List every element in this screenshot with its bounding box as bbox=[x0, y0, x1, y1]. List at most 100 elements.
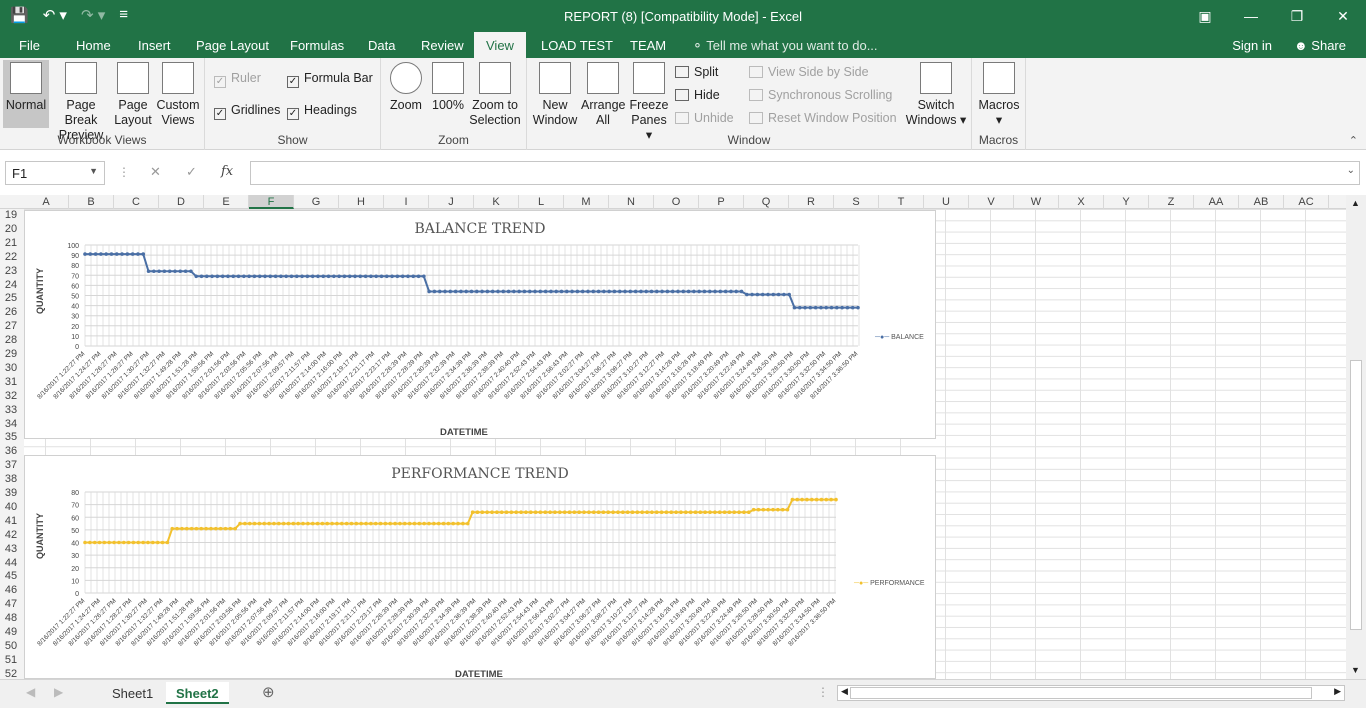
row-header[interactable]: 37 bbox=[0, 459, 22, 471]
column-header[interactable]: A bbox=[24, 195, 69, 209]
row-header[interactable]: 43 bbox=[0, 543, 22, 555]
add-sheet-icon[interactable]: ⊕ bbox=[262, 683, 275, 701]
column-header[interactable]: K bbox=[474, 195, 519, 209]
close-icon[interactable]: ✕ bbox=[1320, 0, 1366, 32]
column-header[interactable]: W bbox=[1014, 195, 1059, 209]
row-header[interactable]: 21 bbox=[0, 237, 22, 249]
new-window-button[interactable]: New Window bbox=[532, 60, 578, 128]
column-header[interactable]: N bbox=[609, 195, 654, 209]
next-sheet-icon[interactable]: ▶ bbox=[54, 685, 63, 699]
gridlines-checkbox[interactable]: ✓ Gridlines bbox=[214, 103, 280, 120]
row-header[interactable]: 30 bbox=[0, 362, 22, 374]
column-header[interactable]: E bbox=[204, 195, 249, 209]
column-header[interactable]: T bbox=[879, 195, 924, 209]
tab-formulas[interactable]: Formulas bbox=[290, 38, 344, 53]
row-header[interactable]: 35 bbox=[0, 431, 22, 443]
column-header[interactable]: R bbox=[789, 195, 834, 209]
column-header[interactable]: C bbox=[114, 195, 159, 209]
scroll-thumb[interactable] bbox=[1350, 360, 1362, 630]
row-header[interactable]: 24 bbox=[0, 279, 22, 291]
tab-data[interactable]: Data bbox=[368, 38, 395, 53]
headings-checkbox[interactable]: ✓ Headings bbox=[287, 103, 357, 120]
row-header[interactable]: 51 bbox=[0, 654, 22, 666]
zoom-100-button[interactable]: 100% bbox=[430, 60, 466, 113]
row-header[interactable]: 41 bbox=[0, 515, 22, 527]
enter-icon[interactable]: ✓ bbox=[186, 164, 197, 180]
column-header[interactable]: Y bbox=[1104, 195, 1149, 209]
vertical-scrollbar[interactable]: ▲ ▼ bbox=[1346, 195, 1366, 679]
column-header[interactable]: AB bbox=[1239, 195, 1284, 209]
share-button[interactable]: ☻ Share bbox=[1294, 38, 1346, 53]
row-header[interactable]: 39 bbox=[0, 487, 22, 499]
column-header[interactable]: L bbox=[519, 195, 564, 209]
sheet-tab-sheet2[interactable]: Sheet2 bbox=[166, 682, 229, 704]
tab-insert[interactable]: Insert bbox=[138, 38, 171, 53]
name-box[interactable]: F1 ▼ bbox=[5, 161, 105, 185]
h-scroll-thumb[interactable] bbox=[850, 687, 1312, 699]
row-header[interactable]: 27 bbox=[0, 320, 22, 332]
column-header[interactable]: AC bbox=[1284, 195, 1329, 209]
custom-views-button[interactable]: Custom Views bbox=[154, 60, 202, 128]
page-break-preview-button[interactable]: Page Break Preview bbox=[50, 60, 112, 143]
formula-input[interactable]: ⌄ bbox=[250, 161, 1360, 185]
row-header[interactable]: 44 bbox=[0, 557, 22, 569]
tab-load-test[interactable]: LOAD TEST bbox=[541, 38, 613, 53]
row-header[interactable]: 47 bbox=[0, 598, 22, 610]
view-side-by-side-button[interactable]: View Side by Side bbox=[749, 65, 869, 79]
freeze-panes-button[interactable]: Freeze Panes ▾ bbox=[627, 60, 671, 143]
tab-review[interactable]: Review bbox=[421, 38, 464, 53]
scroll-up-icon[interactable]: ▲ bbox=[1351, 198, 1360, 208]
column-header[interactable]: AA bbox=[1194, 195, 1239, 209]
row-header[interactable]: 25 bbox=[0, 292, 22, 304]
row-header[interactable]: 33 bbox=[0, 404, 22, 416]
prev-sheet-icon[interactable]: ◀ bbox=[26, 685, 35, 699]
tab-page-layout[interactable]: Page Layout bbox=[196, 38, 269, 53]
column-header[interactable]: J bbox=[429, 195, 474, 209]
row-header[interactable]: 42 bbox=[0, 529, 22, 541]
row-header[interactable]: 49 bbox=[0, 626, 22, 638]
row-header[interactable]: 32 bbox=[0, 390, 22, 402]
macros-button[interactable]: Macros ▾ bbox=[977, 60, 1021, 128]
cancel-icon[interactable]: ✕ bbox=[150, 164, 161, 180]
tab-view[interactable]: View bbox=[474, 32, 526, 58]
row-header[interactable]: 52 bbox=[0, 668, 22, 680]
zoom-to-selection-button[interactable]: Zoom to Selection bbox=[469, 60, 521, 128]
row-header[interactable]: 28 bbox=[0, 334, 22, 346]
switch-windows-button[interactable]: Switch Windows ▾ bbox=[905, 60, 967, 128]
row-header[interactable]: 19 bbox=[0, 209, 22, 221]
horizontal-scrollbar[interactable]: ◀ ▶ bbox=[837, 685, 1345, 701]
row-header[interactable]: 36 bbox=[0, 445, 22, 457]
scroll-down-icon[interactable]: ▼ bbox=[1351, 665, 1360, 675]
column-header[interactable]: M bbox=[564, 195, 609, 209]
restore-icon[interactable]: ❐ bbox=[1274, 0, 1320, 32]
unhide-button[interactable]: Unhide bbox=[675, 111, 734, 125]
performance-trend-chart[interactable]: PERFORMANCE TREND QUANTITY DATETIME ─●─ … bbox=[24, 455, 936, 680]
ruler-checkbox[interactable]: ✓ Ruler bbox=[214, 71, 261, 88]
column-header[interactable]: Q bbox=[744, 195, 789, 209]
tab-team[interactable]: TEAM bbox=[630, 38, 666, 53]
row-header[interactable]: 20 bbox=[0, 223, 22, 235]
column-header[interactable]: D bbox=[159, 195, 204, 209]
insert-function-icon[interactable]: fx bbox=[221, 164, 233, 179]
row-header[interactable]: 46 bbox=[0, 584, 22, 596]
minimize-icon[interactable]: — bbox=[1228, 0, 1274, 32]
row-header[interactable]: 40 bbox=[0, 501, 22, 513]
hide-button[interactable]: Hide bbox=[675, 88, 720, 102]
row-header[interactable]: 22 bbox=[0, 251, 22, 263]
ribbon-display-icon[interactable]: ▣ bbox=[1182, 0, 1228, 32]
row-header[interactable]: 48 bbox=[0, 612, 22, 624]
column-header[interactable]: S bbox=[834, 195, 879, 209]
synchronous-scrolling-button[interactable]: Synchronous Scrolling bbox=[749, 88, 892, 102]
row-header[interactable]: 45 bbox=[0, 570, 22, 582]
row-header[interactable]: 26 bbox=[0, 306, 22, 318]
reset-window-position-button[interactable]: Reset Window Position bbox=[749, 111, 897, 125]
normal-view-button[interactable]: Normal bbox=[3, 60, 49, 128]
page-layout-view-button[interactable]: Page Layout bbox=[114, 60, 152, 128]
column-header[interactable]: O bbox=[654, 195, 699, 209]
row-header[interactable]: 31 bbox=[0, 376, 22, 388]
scroll-left-icon[interactable]: ◀ bbox=[841, 686, 848, 697]
formula-bar-checkbox[interactable]: ✓ Formula Bar bbox=[287, 71, 373, 88]
row-header[interactable]: 23 bbox=[0, 265, 22, 277]
tab-home[interactable]: Home bbox=[76, 38, 111, 53]
column-header[interactable]: X bbox=[1059, 195, 1104, 209]
